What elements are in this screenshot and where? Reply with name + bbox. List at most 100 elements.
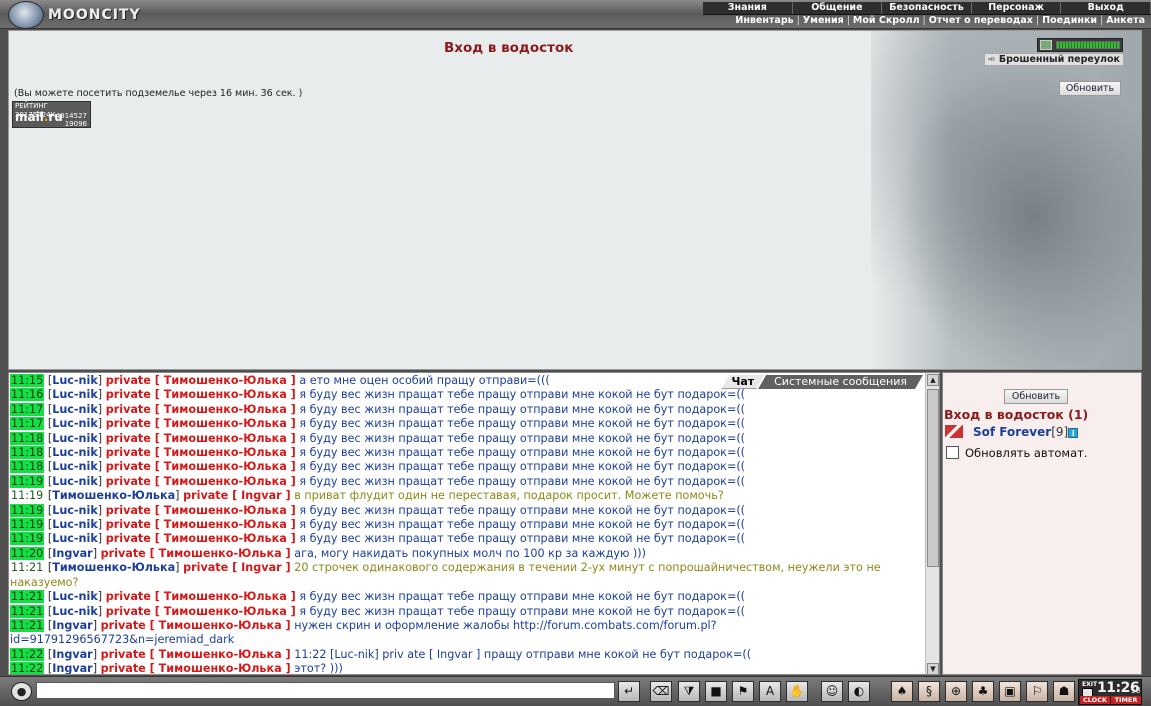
private-marker[interactable]: private [ Тимошенко-Юлька ] bbox=[106, 518, 296, 531]
bag-icon[interactable]: ♠ bbox=[891, 681, 913, 702]
message-recipient[interactable]: Тимошенко-Юлька bbox=[159, 547, 282, 560]
refresh-online-button[interactable]: Обновить bbox=[1004, 389, 1068, 404]
message-recipient[interactable]: Тимошенко-Юлька bbox=[164, 374, 287, 387]
scroll-icon[interactable]: § bbox=[918, 681, 940, 702]
message-time[interactable]: 11:17 bbox=[10, 402, 45, 416]
menu-security[interactable]: Безопасность bbox=[882, 2, 972, 14]
user-icon[interactable]: ☗ bbox=[1053, 681, 1075, 702]
chat-input[interactable] bbox=[36, 682, 615, 699]
message-time[interactable]: 11:19 bbox=[10, 518, 45, 532]
menu-knowledge[interactable]: Знания bbox=[703, 2, 793, 14]
private-marker[interactable]: private [ Тимошенко-Юлька ] bbox=[106, 388, 296, 401]
timer-tab[interactable]: TIMER bbox=[1110, 696, 1141, 704]
message-sender[interactable]: Luc-nik bbox=[52, 532, 98, 545]
private-marker[interactable]: private [ Тимошенко-Юлька ] bbox=[101, 648, 291, 661]
message-sender[interactable]: Luc-nik bbox=[52, 504, 98, 517]
message-time[interactable]: 11:16 bbox=[10, 388, 45, 402]
nav-link-abandoned-alley[interactable]: ➾ Брошенный переулок bbox=[983, 53, 1124, 66]
message-recipient[interactable]: Тимошенко-Юлька bbox=[164, 417, 287, 430]
menu-communication[interactable]: Общение bbox=[793, 2, 883, 14]
private-marker[interactable]: private [ Тимошенко-Юлька ] bbox=[106, 432, 296, 445]
message-recipient[interactable]: Тимошенко-Юлька bbox=[164, 388, 287, 401]
hand-icon[interactable]: ✋ bbox=[786, 681, 808, 702]
message-recipient[interactable]: Тимошенко-Юлька bbox=[164, 590, 287, 603]
private-marker[interactable]: private [ Ingvar ] bbox=[183, 489, 291, 502]
online-user[interactable]: Sof Forever[9] i bbox=[945, 425, 1079, 439]
message-time[interactable]: 11:21 bbox=[10, 590, 45, 604]
message-sender[interactable]: Luc-nik bbox=[52, 446, 98, 459]
submenu-my-scroll[interactable]: Мой Скролл bbox=[853, 15, 920, 26]
smiley-icon[interactable]: ☺ bbox=[821, 681, 843, 702]
message-recipient[interactable]: Тимошенко-Юлька bbox=[164, 605, 287, 618]
message-time[interactable]: 11:19 bbox=[10, 474, 45, 488]
message-recipient[interactable]: Тимошенко-Юлька bbox=[164, 532, 287, 545]
scroll-up-icon[interactable]: ▲ bbox=[927, 374, 939, 386]
message-time[interactable]: 11:21 bbox=[10, 561, 44, 574]
save-icon[interactable]: ■ bbox=[705, 681, 727, 702]
info-icon[interactable]: i bbox=[1068, 428, 1079, 438]
message-time[interactable]: 11:18 bbox=[10, 446, 45, 460]
private-marker[interactable]: private [ Тимошенко-Юлька ] bbox=[106, 475, 296, 488]
message-sender[interactable]: Luc-nik bbox=[52, 605, 98, 618]
message-time[interactable]: 11:21 bbox=[10, 618, 45, 632]
message-recipient[interactable]: Тимошенко-Юлька bbox=[159, 619, 282, 632]
message-recipient[interactable]: Тимошенко-Юлька bbox=[159, 662, 282, 674]
gift-icon[interactable]: ▣ bbox=[999, 681, 1021, 702]
private-marker[interactable]: private [ Тимошенко-Юлька ] bbox=[106, 417, 296, 430]
message-sender[interactable]: Тимошенко-Юлька bbox=[52, 561, 175, 574]
message-sender[interactable]: Luc-nik bbox=[52, 388, 98, 401]
private-marker[interactable]: private [ Тимошенко-Юлька ] bbox=[106, 590, 296, 603]
mailru-rating-counter[interactable]: РЕЙТИНГ 28175424К mail.ru 4914527 19096 bbox=[12, 101, 91, 128]
enter-icon[interactable]: ↵ bbox=[618, 681, 640, 702]
message-time[interactable]: 11:21 bbox=[10, 604, 45, 618]
menu-exit[interactable]: Выход bbox=[1061, 2, 1151, 14]
message-recipient[interactable]: Тимошенко-Юлька bbox=[164, 475, 287, 488]
chat-scrollbar[interactable]: ▲ ▼ bbox=[925, 373, 939, 674]
submenu-inventory[interactable]: Инвентарь bbox=[735, 15, 793, 26]
private-marker[interactable]: private [ Тимошенко-Юлька ] bbox=[106, 532, 296, 545]
message-sender[interactable]: Luc-nik bbox=[52, 374, 98, 387]
auto-refresh-checkbox[interactable]: Обновлять автомат. bbox=[946, 446, 1088, 460]
message-sender[interactable]: Ingvar bbox=[52, 662, 93, 674]
message-time[interactable]: 11:19 bbox=[10, 489, 44, 502]
scroll-thumb[interactable] bbox=[927, 389, 939, 567]
private-marker[interactable]: private [ Тимошенко-Юлька ] bbox=[101, 662, 291, 674]
message-sender[interactable]: Luc-nik bbox=[52, 460, 98, 473]
private-marker[interactable]: private [ Тимошенко-Юлька ] bbox=[101, 547, 291, 560]
message-sender[interactable]: Ingvar bbox=[52, 547, 93, 560]
online-user-nick[interactable]: Sof Forever bbox=[973, 425, 1051, 439]
message-time[interactable]: 11:18 bbox=[10, 460, 45, 474]
private-marker[interactable]: private [ Тимошенко-Юлька ] bbox=[106, 605, 296, 618]
message-sender[interactable]: Luc-nik bbox=[52, 417, 98, 430]
message-time[interactable]: 11:19 bbox=[10, 532, 45, 546]
flask-icon[interactable]: ♣ bbox=[972, 681, 994, 702]
message-recipient[interactable]: Тимошенко-Юлька bbox=[159, 648, 282, 661]
filter-icon[interactable]: ⧩ bbox=[678, 681, 700, 702]
message-sender[interactable]: Тимошенко-Юлька bbox=[52, 489, 175, 502]
message-recipient[interactable]: Тимошенко-Юлька bbox=[164, 432, 287, 445]
message-recipient[interactable]: Тимошенко-Юлька bbox=[164, 460, 287, 473]
message-sender[interactable]: Luc-nik bbox=[52, 432, 98, 445]
submenu-profile[interactable]: Анкета bbox=[1106, 15, 1145, 26]
message-recipient[interactable]: Ingvar bbox=[241, 561, 282, 574]
message-recipient[interactable]: Тимошенко-Юлька bbox=[164, 403, 287, 416]
message-recipient[interactable]: Ingvar bbox=[241, 489, 282, 502]
message-time[interactable]: 11:17 bbox=[10, 417, 45, 431]
message-sender[interactable]: Ingvar bbox=[52, 619, 93, 632]
message-recipient[interactable]: Тимошенко-Юлька bbox=[164, 504, 287, 517]
checkbox-box[interactable] bbox=[946, 446, 959, 459]
eraser-icon[interactable]: ⌫ bbox=[650, 681, 672, 702]
message-sender[interactable]: Luc-nik bbox=[52, 403, 98, 416]
private-marker[interactable]: private [ Тимошенко-Юлька ] bbox=[106, 374, 296, 387]
tab-chat[interactable]: Чат bbox=[721, 375, 764, 389]
message-sender[interactable]: Ingvar bbox=[52, 648, 93, 661]
scroll-down-icon[interactable]: ▼ bbox=[927, 663, 939, 674]
lock-icon[interactable]: ⊕ bbox=[945, 681, 967, 702]
message-sender[interactable]: Luc-nik bbox=[52, 475, 98, 488]
message-recipient[interactable]: Тимошенко-Юлька bbox=[164, 518, 287, 531]
tab-system-messages[interactable]: Системные сообщения bbox=[758, 375, 923, 389]
private-marker[interactable]: private [ Тимошенко-Юлька ] bbox=[106, 403, 296, 416]
message-recipient[interactable]: Тимошенко-Юлька bbox=[164, 446, 287, 459]
private-marker[interactable]: private [ Ingvar ] bbox=[183, 561, 291, 574]
message-time[interactable]: 11:20 bbox=[10, 546, 45, 560]
